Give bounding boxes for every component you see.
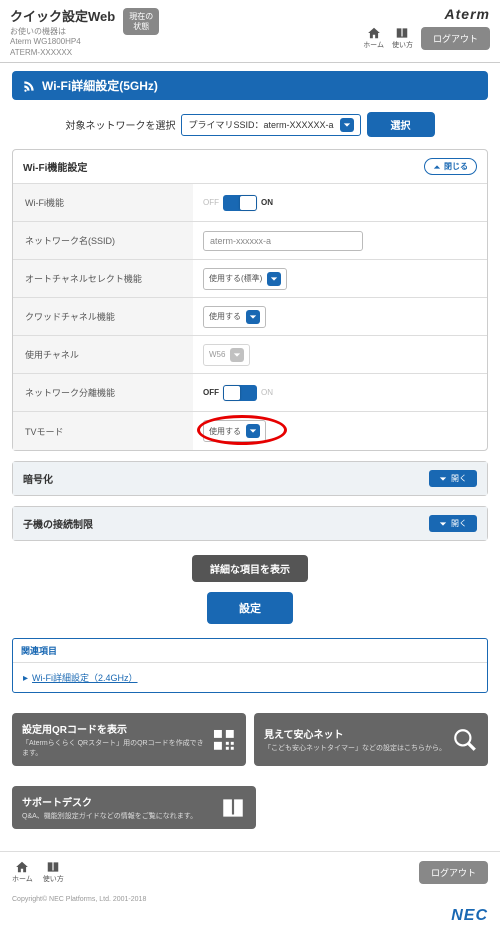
related-header: 関連項目 (13, 639, 487, 663)
logout-button[interactable]: ログアウト (421, 27, 490, 50)
panel-restriction-title: 子機の接続制限 (23, 516, 93, 531)
ssid-input[interactable] (203, 231, 363, 251)
qr-card[interactable]: 設定用QRコードを表示 「Atermらくらく QRスタート」用のQRコードを作成… (12, 713, 246, 766)
app-title: クイック設定Web (10, 6, 115, 25)
section-header: Wi-Fi詳細設定(5GHz) (12, 71, 488, 100)
chevron-up-icon (433, 163, 441, 171)
qr-icon (212, 727, 236, 753)
copyright: Copyright© NEC Platforms, Ltd. 2001-2018 (0, 892, 500, 907)
collapse-button[interactable]: 閉じる (424, 158, 477, 175)
current-status-button[interactable]: 現在の状態 (123, 8, 159, 35)
bullet-icon: ▸ (23, 673, 28, 684)
chevron-down-icon (230, 348, 244, 362)
network-select-label: 対象ネットワークを選択 (65, 117, 175, 132)
device-name: ATERM-XXXXXX (10, 48, 115, 58)
channel-select[interactable]: W56 (203, 344, 250, 366)
apply-button[interactable]: 設定 (207, 592, 293, 624)
safety-card[interactable]: 見えて安心ネット 「こども安心ネットタイマー」などの設定はこちらから。 (254, 713, 488, 766)
chevron-down-icon (246, 310, 260, 324)
device-label: お使いの機器は (10, 27, 115, 37)
footer-home-button[interactable]: ホーム (12, 860, 33, 884)
row-auto-label: オートチャネルセレクト機能 (13, 260, 193, 297)
related-link[interactable]: Wi-Fi詳細設定（2.4GHz） (32, 673, 138, 683)
select-button[interactable]: 選択 (367, 112, 435, 137)
chevron-down-icon (340, 118, 354, 132)
panel-encryption-title: 暗号化 (23, 471, 53, 486)
book-icon (45, 860, 61, 874)
support-card[interactable]: サポートデスク Q&A、機能別設定ガイドなどの情報をご覧になれます。 (12, 786, 256, 829)
magnifier-icon (452, 727, 478, 753)
auto-channel-select[interactable]: 使用する(標準) (203, 268, 287, 290)
row-tv-label: TVモード (13, 412, 193, 450)
expand-restriction-button[interactable]: 開く (429, 515, 477, 532)
footer-logout-button[interactable]: ログアウト (419, 861, 488, 884)
chevron-down-icon (439, 520, 447, 528)
home-icon (366, 26, 382, 40)
chevron-down-icon (439, 475, 447, 483)
network-select[interactable]: プライマリSSID：aterm-XXXXXX-a (181, 114, 360, 136)
device-model: Aterm WG1800HP4 (10, 37, 115, 47)
expand-encryption-button[interactable]: 開く (429, 470, 477, 487)
row-channel-label: 使用チャネル (13, 336, 193, 373)
wifi-icon (22, 79, 36, 93)
footer-help-button[interactable]: 使い方 (43, 860, 64, 884)
tv-mode-select[interactable]: 使用する (203, 420, 266, 442)
help-button[interactable]: 使い方 (392, 26, 413, 50)
chevron-down-icon (246, 424, 260, 438)
book-icon (394, 26, 410, 40)
brand-logo: Aterm (363, 6, 490, 22)
show-details-button[interactable]: 詳細な項目を表示 (192, 555, 308, 582)
wifi-toggle[interactable]: OFF ON (203, 195, 273, 211)
row-ssid-label: ネットワーク名(SSID) (13, 222, 193, 259)
row-quad-label: クワッドチャネル機能 (13, 298, 193, 335)
panel-wifi-title: Wi-Fi機能設定 (23, 159, 87, 174)
quad-channel-select[interactable]: 使用する (203, 306, 266, 328)
separation-toggle[interactable]: OFF ON (203, 385, 273, 401)
home-icon (14, 860, 30, 874)
home-button[interactable]: ホーム (363, 26, 384, 50)
book-icon (220, 795, 246, 821)
row-separation-label: ネットワーク分離機能 (13, 374, 193, 411)
nec-logo: NEC (451, 907, 488, 924)
chevron-down-icon (267, 272, 281, 286)
row-wifi-label: Wi-Fi機能 (13, 184, 193, 221)
